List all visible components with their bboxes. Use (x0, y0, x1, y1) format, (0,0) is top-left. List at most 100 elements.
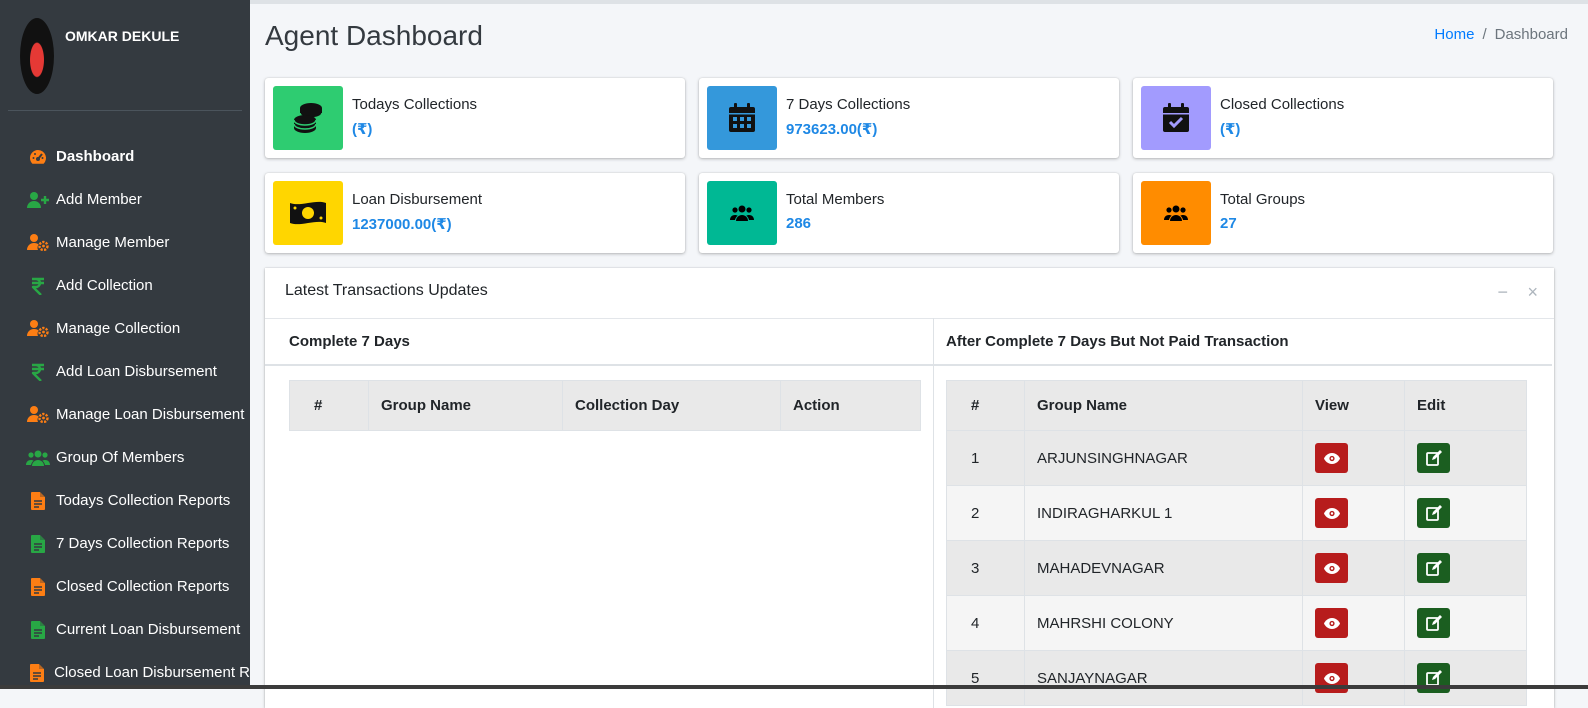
info-box-7-days-collections[interactable]: 7 Days Collections 973623.00(₹) (699, 78, 1119, 158)
user-plus-icon (26, 191, 50, 208)
edit-icon (1425, 615, 1442, 631)
close-button[interactable]: × (1527, 282, 1538, 303)
row-number: 1 (946, 430, 1025, 486)
sidebar-item-label: 7 Days Collection Reports (56, 535, 230, 552)
sidebar-item-manage-collection[interactable]: Manage Collection (0, 307, 250, 350)
calendar-icon (707, 86, 777, 150)
sidebar-item-add-collection[interactable]: Add Collection (0, 264, 250, 307)
sidebar-item-label: Manage Member (56, 234, 170, 251)
sidebar-item-manage-member[interactable]: Manage Member (0, 221, 250, 264)
table-row: 5 SANJAYNAGAR (946, 650, 1527, 706)
file-icon (26, 663, 48, 682)
view-button[interactable] (1315, 443, 1348, 473)
users-icon (707, 181, 777, 245)
breadcrumb-separator: / (1482, 26, 1487, 43)
breadcrumb: Home / Dashboard (1434, 26, 1568, 43)
sidebar-item-group-of-members[interactable]: Group Of Members (0, 436, 250, 479)
sidebar-item-label: Add Collection (56, 277, 153, 294)
view-button[interactable] (1315, 608, 1348, 638)
complete-7-days-heading: Complete 7 Days (265, 318, 933, 366)
sidebar-item-add-loan-disbursement[interactable]: Add Loan Disbursement (0, 350, 250, 393)
rupee-icon (26, 363, 50, 381)
view-button[interactable] (1315, 553, 1348, 583)
info-box-title: Total Members (786, 191, 885, 208)
page-title: Agent Dashboard (265, 20, 483, 51)
edit-icon (1425, 450, 1442, 466)
info-box-value: 973623.00(₹) (786, 121, 878, 138)
not-paid-heading: After Complete 7 Days But Not Paid Trans… (934, 318, 1552, 366)
info-box-total-groups[interactable]: Total Groups 27 (1133, 173, 1553, 253)
coins-icon (273, 86, 343, 150)
column-header-edit[interactable]: Edit (1404, 380, 1527, 431)
card-title: Latest Transactions Updates (285, 282, 488, 299)
info-box-todays-collections[interactable]: Todays Collections (₹) (265, 78, 685, 158)
user-name[interactable]: OMKAR DEKULE (65, 28, 179, 44)
edit-icon (1425, 505, 1442, 521)
row-number: 2 (946, 485, 1025, 541)
row-number: 3 (946, 540, 1025, 596)
column-header-collection-day[interactable]: Collection Day (562, 380, 781, 431)
info-box-title: Todays Collections (352, 96, 478, 113)
calendar-check-icon (1141, 86, 1211, 150)
eye-icon (1323, 452, 1340, 464)
edit-button[interactable] (1417, 443, 1450, 473)
sidebar-item-label: Current Loan Disbursement (56, 621, 241, 638)
row-group-name: SANJAYNAGAR (1024, 650, 1303, 706)
column-header-group-name[interactable]: Group Name (368, 380, 563, 431)
edit-button[interactable] (1417, 553, 1450, 583)
rupee-icon (26, 277, 50, 295)
not-paid-table: # Group Name View Edit 1 ARJUNSINGHNAGAR… (946, 380, 1527, 706)
row-group-name: ARJUNSINGHNAGAR (1024, 430, 1303, 486)
sidebar-item-manage-loan-disbursement[interactable]: Manage Loan Disbursement (0, 393, 250, 436)
info-box-total-members[interactable]: Total Members 286 (699, 173, 1119, 253)
info-box-title: Closed Collections (1220, 96, 1345, 113)
sidebar-item-add-member[interactable]: Add Member (0, 178, 250, 221)
table-row: 4 MAHRSHI COLONY (946, 595, 1527, 651)
avatar[interactable] (20, 18, 54, 94)
eye-icon (1323, 672, 1340, 684)
sidebar-item-dashboard[interactable]: Dashboard (0, 135, 250, 178)
row-group-name: MAHRSHI COLONY (1024, 595, 1303, 651)
sidebar-item-label: Add Loan Disbursement (56, 363, 217, 380)
table-row: 2 INDIRAGHARKUL 1 (946, 485, 1527, 541)
info-box-value: (₹) (1220, 121, 1241, 138)
info-box-value: 27 (1220, 215, 1237, 232)
sidebar-item-todays-collection-reports[interactable]: Todays Collection Reports (0, 479, 250, 522)
sidebar-item-label: Closed Loan Disbursement R (54, 664, 250, 681)
sidebar-item-label: Closed Collection Reports (56, 578, 230, 595)
eye-icon (1323, 617, 1340, 629)
info-box-title: Loan Disbursement (352, 191, 483, 208)
sidebar-item-current-loan-disbursement[interactable]: Current Loan Disbursement (0, 608, 250, 651)
sidebar-item-closed-loan-disbursement-r[interactable]: Closed Loan Disbursement R (0, 651, 250, 689)
column-header-action[interactable]: Action (780, 380, 921, 431)
transactions-card: Latest Transactions Updates − × Complete… (265, 268, 1554, 708)
column-header-group-name[interactable]: Group Name (1024, 380, 1303, 431)
file-icon (26, 577, 50, 596)
breadcrumb-home-link[interactable]: Home (1434, 26, 1474, 43)
money-bill-icon (273, 181, 343, 245)
user-gear-icon (26, 320, 50, 337)
sidebar-item-closed-collection-reports[interactable]: Closed Collection Reports (0, 565, 250, 608)
window-bottom-edge (0, 685, 1588, 689)
sidebar-item-7-days-collection-reports[interactable]: 7 Days Collection Reports (0, 522, 250, 565)
info-box-value: 286 (786, 215, 812, 232)
info-box-title: 7 Days Collections (786, 96, 911, 113)
breadcrumb-current: Dashboard (1494, 26, 1568, 43)
edit-button[interactable] (1417, 608, 1450, 638)
file-icon (26, 620, 50, 639)
view-button[interactable] (1315, 498, 1348, 528)
minimize-button[interactable]: − (1497, 282, 1508, 303)
sidebar-item-label: Todays Collection Reports (56, 492, 231, 509)
table-row: 3 MAHADEVNAGAR (946, 540, 1527, 596)
edit-icon (1425, 560, 1442, 576)
column-header-number[interactable]: # (289, 380, 369, 431)
info-box-value: (₹) (352, 121, 373, 138)
file-icon (26, 491, 50, 510)
edit-button[interactable] (1417, 498, 1450, 528)
column-header-view[interactable]: View (1302, 380, 1405, 431)
eye-icon (1323, 507, 1340, 519)
info-box-loan-disbursement[interactable]: Loan Disbursement 1237000.00(₹) (265, 173, 685, 253)
info-box-closed-collections[interactable]: Closed Collections (₹) (1133, 78, 1553, 158)
column-header-number[interactable]: # (946, 380, 1025, 431)
row-number: 5 (946, 650, 1025, 706)
